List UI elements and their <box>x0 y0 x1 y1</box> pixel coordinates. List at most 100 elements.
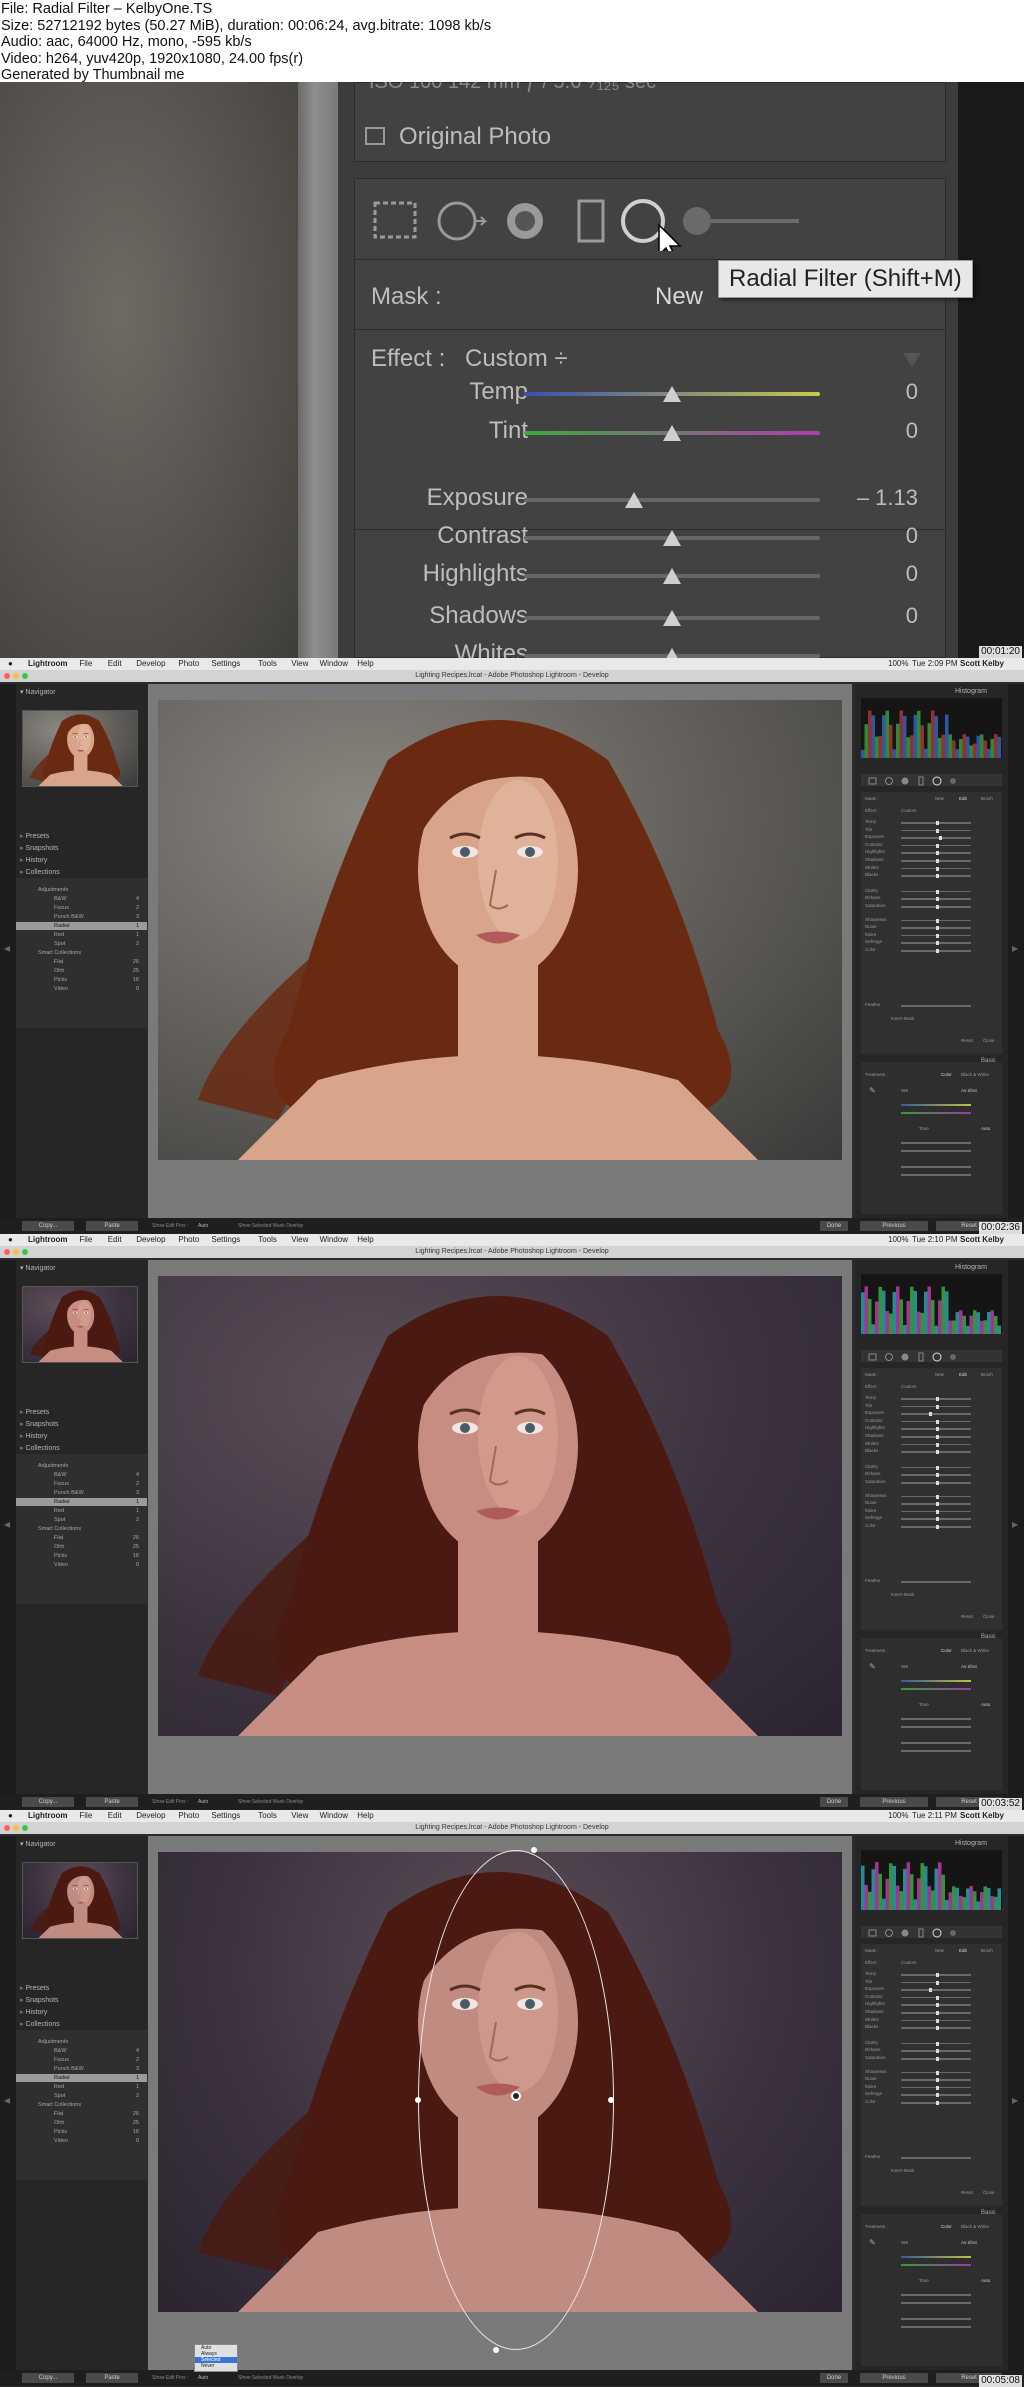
adj-knob[interactable] <box>936 843 939 848</box>
slider-track-2[interactable] <box>524 498 820 502</box>
adj-knob[interactable] <box>936 2070 939 2075</box>
mask-edit[interactable]: Edit <box>959 1372 967 1377</box>
mask-new-button[interactable]: New <box>655 283 703 311</box>
menu-photo[interactable]: Photo <box>178 1234 199 1246</box>
adj-knob[interactable] <box>936 926 939 931</box>
collection-item[interactable]: B&W 4 <box>16 2047 147 2055</box>
menu-view[interactable]: View <box>291 1810 308 1822</box>
adj-knob[interactable] <box>936 859 939 863</box>
adj-knob[interactable] <box>936 2026 939 2031</box>
menu-photo[interactable]: Photo <box>178 1810 199 1822</box>
edit-pins-dropdown[interactable]: Auto <box>198 1218 208 1234</box>
effect-dropdown[interactable]: Custom ÷ <box>465 345 568 373</box>
copy-button[interactable]: Copy... <box>22 2373 74 2383</box>
panel-close[interactable]: Close <box>983 1614 995 1619</box>
mask-brush[interactable]: Brush <box>981 796 993 801</box>
adj-knob[interactable] <box>936 1494 939 1499</box>
adj-knob[interactable] <box>936 1473 939 1478</box>
graduated-filter-icon[interactable] <box>918 776 924 786</box>
wb-dropdown[interactable]: As Shot <box>961 1088 977 1093</box>
image-canvas[interactable] <box>148 684 852 1218</box>
wb-dropdown[interactable]: As Shot <box>961 1664 977 1669</box>
tone-auto[interactable]: Auto <box>981 1126 990 1131</box>
collection-item[interactable]: Adjustments <box>16 1462 147 1470</box>
collection-item[interactable]: Spot 2 <box>16 2092 147 2100</box>
histogram-header[interactable]: Histogram <box>955 688 987 695</box>
menu-lightroom[interactable]: Lightroom <box>28 658 68 670</box>
menu-help[interactable]: Help <box>357 1810 373 1822</box>
zoom-window-icon[interactable] <box>22 1825 28 1831</box>
basic-header[interactable]: Basic <box>981 1058 996 1064</box>
menu-help[interactable]: Help <box>357 658 373 670</box>
panel-collections[interactable]: Collections <box>20 2020 59 2028</box>
photo[interactable] <box>158 700 842 1160</box>
original-photo-checkbox[interactable] <box>365 127 385 145</box>
collection-item[interactable]: Picks 16 <box>16 976 147 984</box>
mask-edit[interactable]: Edit <box>959 796 967 801</box>
adj-knob[interactable] <box>936 828 939 833</box>
adj-knob[interactable] <box>936 941 939 946</box>
radial-filter-icon[interactable] <box>932 776 942 786</box>
adj-knob[interactable] <box>939 836 942 841</box>
histogram-header[interactable]: Histogram <box>955 1840 987 1847</box>
navigator-thumbnail[interactable] <box>22 1286 138 1363</box>
menu-settings[interactable]: Settings <box>211 658 240 670</box>
collection-item[interactable]: Focus 2 <box>16 2056 147 2064</box>
mask-overlay-checkbox[interactable]: Show Selected Mask Overlay <box>238 1794 303 1810</box>
image-canvas[interactable] <box>148 1260 852 1794</box>
tint-slider[interactable] <box>901 2264 971 2266</box>
adjustment-brush-icon[interactable] <box>950 1930 956 1936</box>
mask-brush[interactable]: Brush <box>981 1948 993 1953</box>
temp-slider[interactable] <box>901 1104 971 1106</box>
collection-item[interactable]: Red 1 <box>16 2083 147 2091</box>
mask-brush[interactable]: Brush <box>981 1372 993 1377</box>
mask-overlay-checkbox[interactable]: Show Selected Mask Overlay <box>238 1218 303 1234</box>
collection-item[interactable]: Spot 2 <box>16 1516 147 1524</box>
menu-lightroom[interactable]: Lightroom <box>28 1234 68 1246</box>
collection-item[interactable]: Smart Collections <box>16 2101 147 2109</box>
adj-knob[interactable] <box>936 889 939 894</box>
basic-header[interactable]: Basic <box>981 1634 996 1640</box>
panel-presets[interactable]: Presets <box>20 832 49 840</box>
menu-tools[interactable]: Tools <box>258 658 277 670</box>
eyedropper-icon[interactable]: ✎ <box>869 1662 876 1671</box>
panel-presets[interactable]: Presets <box>20 1408 49 1416</box>
mask-edit[interactable]: Edit <box>959 1948 967 1953</box>
collapse-arrow-icon[interactable] <box>903 353 921 367</box>
slider-knob-4[interactable] <box>663 568 681 584</box>
menu-settings[interactable]: Settings <box>211 1810 240 1822</box>
collection-item[interactable]: Punch B&W 3 <box>16 2065 147 2073</box>
adj-knob[interactable] <box>936 918 939 923</box>
menu-window[interactable]: Window <box>320 1810 348 1822</box>
invert-mask-checkbox[interactable]: Invert Mask <box>891 2168 914 2173</box>
tone-auto[interactable]: Auto <box>981 1702 990 1707</box>
spot-removal-icon[interactable] <box>885 777 893 785</box>
adj-knob[interactable] <box>936 1442 939 1447</box>
done-button[interactable]: Done <box>820 2373 848 2383</box>
adj-slider[interactable] <box>901 1989 971 1991</box>
collection-item[interactable]: Ohh 25 <box>16 967 147 975</box>
adj-knob[interactable] <box>936 1509 939 1514</box>
adj-knob[interactable] <box>936 2078 939 2083</box>
adj-knob[interactable] <box>936 2101 939 2105</box>
panel-history[interactable]: History <box>20 2008 47 2016</box>
adj-knob[interactable] <box>936 1502 939 1507</box>
collection-item[interactable]: Punch B&W 3 <box>16 913 147 921</box>
highlights-slider[interactable] <box>901 2318 971 2320</box>
collection-item[interactable]: B&W 4 <box>16 1471 147 1479</box>
navigator-thumbnail[interactable] <box>22 710 138 787</box>
adj-knob[interactable] <box>936 905 939 909</box>
collection-item[interactable]: Radial 1 <box>16 1498 147 1506</box>
menu-develop[interactable]: Develop <box>136 658 165 670</box>
collection-item[interactable]: Flat 26 <box>16 1534 147 1542</box>
red-eye-icon[interactable] <box>901 1929 909 1937</box>
ellipse-handle-right[interactable] <box>608 2097 614 2103</box>
treatment-color[interactable]: Color <box>941 2224 952 2229</box>
zoom-window-icon[interactable] <box>22 673 28 679</box>
left-panel-toggle-icon[interactable]: ◀ <box>4 944 10 953</box>
menu-tools[interactable]: Tools <box>258 1234 277 1246</box>
previous-button[interactable]: Previous <box>860 1797 928 1807</box>
ellipse-handle-top[interactable] <box>531 1847 537 1853</box>
panel-collections[interactable]: Collections <box>20 868 59 876</box>
panel-close[interactable]: Close <box>983 1038 995 1043</box>
